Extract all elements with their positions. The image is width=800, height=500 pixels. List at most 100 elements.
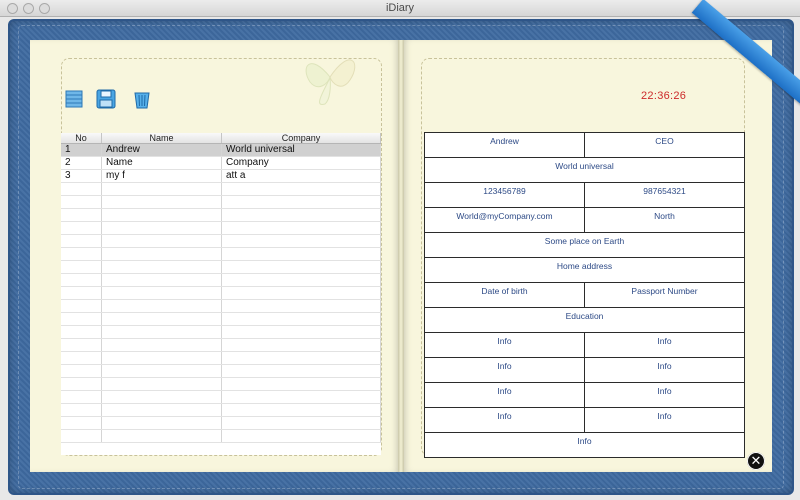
table-cell-no [61,326,102,338]
table-row[interactable] [61,183,381,196]
table-cell-name [102,222,222,234]
form-field[interactable]: Some place on Earth [424,232,745,258]
table-cell-no [61,339,102,351]
table-cell-name [102,209,222,221]
table-row[interactable] [61,404,381,417]
table-row[interactable] [61,222,381,235]
table-cell-no [61,274,102,286]
table-cell-no [61,391,102,403]
table-cell-no [61,248,102,260]
form-field[interactable]: Andrew [424,132,585,158]
table-row[interactable]: 3 my f att a [61,170,381,183]
table-cell-no [61,261,102,273]
table-cell-name: my f [102,170,222,182]
table-row[interactable]: 1 Andrew World universal [61,144,381,157]
table-cell-company [222,209,381,221]
window-title: iDiary [385,2,415,14]
table-row[interactable] [61,300,381,313]
table-row[interactable] [61,209,381,222]
column-header-name[interactable]: Name [102,133,222,143]
trash-icon[interactable] [131,88,153,110]
form-field[interactable]: Info [584,332,745,358]
form-field[interactable]: Home address [424,257,745,283]
table-cell-name [102,274,222,286]
form-field[interactable]: Info [424,407,585,433]
form-field[interactable]: CEO [584,132,745,158]
table-cell-no [61,183,102,195]
table-cell-no [61,352,102,364]
table-row[interactable] [61,365,381,378]
form-field[interactable]: North [584,207,745,233]
form-field[interactable]: Info [584,407,745,433]
table-cell-company [222,378,381,390]
form-row: Info Info [424,407,745,433]
form-field[interactable]: Education [424,307,745,333]
form-field[interactable]: Info [424,357,585,383]
table-cell-name [102,235,222,247]
form-field[interactable]: 123456789 [424,182,585,208]
form-field[interactable]: Info [584,357,745,383]
form-field[interactable]: World@myCompany.com [424,207,585,233]
table-cell-name [102,196,222,208]
table-row[interactable] [61,313,381,326]
table-cell-company [222,274,381,286]
table-cell-no [61,313,102,325]
column-header-no[interactable]: No [61,133,102,143]
table-cell-company [222,313,381,325]
table-row[interactable] [61,326,381,339]
table-row[interactable] [61,196,381,209]
table-row[interactable]: 2 Name Company [61,157,381,170]
table-cell-company [222,222,381,234]
table-cell-name [102,404,222,416]
butterfly-decoration-icon [305,59,356,106]
form-field[interactable]: Info [584,382,745,408]
table-row[interactable] [61,430,381,443]
close-circle-icon[interactable]: ✕ [747,452,765,470]
table-cell-name [102,313,222,325]
table-cell-no [61,287,102,299]
table-cell-name [102,430,222,442]
form-row: World universal [424,157,745,183]
table-cell-no [61,430,102,442]
table-cell-company [222,365,381,377]
form-row: Home address [424,257,745,283]
table-cell-company [222,287,381,299]
table-row[interactable] [61,235,381,248]
table-cell-company [222,391,381,403]
table-row[interactable] [61,417,381,430]
table-cell-name [102,261,222,273]
form-field[interactable]: Passport Number [584,282,745,308]
table-row[interactable] [61,352,381,365]
book-spine [398,40,404,472]
form-field[interactable]: Info [424,432,745,458]
table-cell-name: Name [102,157,222,169]
table-row[interactable] [61,248,381,261]
table-row[interactable] [61,287,381,300]
form-field[interactable]: World universal [424,157,745,183]
contacts-table[interactable]: No Name Company 1 Andrew World universal 2 N… [61,133,381,455]
table-row[interactable] [61,261,381,274]
table-body: 1 Andrew World universal 2 Name Company 3 my fa… [61,144,381,443]
table-cell-no [61,235,102,247]
table-row[interactable] [61,274,381,287]
floppy-disk-icon[interactable] [95,88,117,110]
table-cell-company [222,417,381,429]
table-cell-name [102,183,222,195]
table-row[interactable] [61,339,381,352]
form-field[interactable]: Info [424,332,585,358]
list-icon[interactable] [63,88,85,110]
form-field[interactable]: Date of birth [424,282,585,308]
table-cell-no: 3 [61,170,102,182]
table-cell-no [61,417,102,429]
clock-display: 22:36:26 [641,90,687,102]
table-row[interactable] [61,391,381,404]
table-cell-name [102,248,222,260]
form-field[interactable]: 987654321 [584,182,745,208]
form-row: 123456789 987654321 [424,182,745,208]
table-cell-company [222,261,381,273]
table-cell-company [222,339,381,351]
form-field[interactable]: Info [424,382,585,408]
table-cell-no [61,300,102,312]
column-header-company[interactable]: Company [222,133,381,143]
table-row[interactable] [61,378,381,391]
